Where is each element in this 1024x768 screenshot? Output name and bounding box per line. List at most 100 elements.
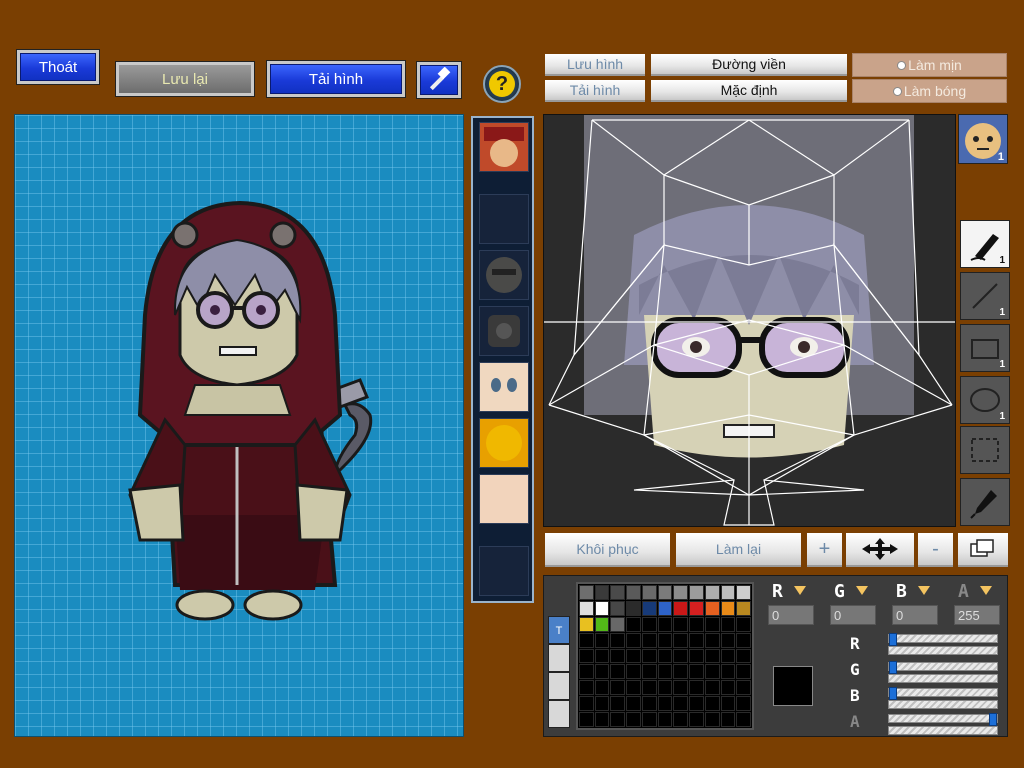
palette-swatch[interactable] (579, 600, 594, 616)
r-value-field[interactable]: 0 (768, 605, 814, 625)
palette-swatch[interactable] (657, 585, 673, 600)
palette-swatch[interactable] (641, 696, 657, 712)
palette-swatch[interactable] (594, 632, 610, 648)
g2-slider[interactable] (888, 674, 998, 683)
palette-swatch[interactable] (626, 696, 641, 712)
palette-swatch[interactable] (689, 680, 704, 696)
r-slider-knob[interactable] (889, 633, 897, 646)
palette-swatch[interactable] (626, 648, 641, 664)
palette-swatch[interactable] (579, 712, 594, 727)
ellipse-tool-button[interactable]: 1 (960, 376, 1010, 424)
restore-button[interactable]: Khôi phục (545, 533, 670, 567)
palette-swatch[interactable] (657, 680, 673, 696)
r-dropdown-icon[interactable] (794, 586, 806, 596)
layer-button[interactable] (958, 533, 1008, 567)
b2-slider[interactable] (888, 700, 998, 709)
palette-swatch[interactable] (579, 632, 594, 648)
yellow-body-part-slot[interactable] (479, 418, 529, 468)
palette-swatch[interactable] (657, 696, 673, 712)
palette-swatch[interactable] (736, 632, 751, 648)
palette-swatch[interactable] (736, 664, 751, 680)
palette-swatch[interactable] (689, 632, 704, 648)
palette-swatch[interactable] (610, 632, 626, 648)
palette-tab-4[interactable] (548, 700, 570, 728)
palette-swatch[interactable] (594, 664, 610, 680)
pen-tool-button[interactable]: 1 (960, 220, 1010, 268)
a-dropdown-icon[interactable] (980, 586, 992, 596)
palette-swatch[interactable] (626, 680, 641, 696)
help-button[interactable]: ? (483, 65, 521, 103)
palette-swatch[interactable] (673, 632, 689, 648)
palette-swatch[interactable] (610, 600, 626, 616)
face-part-slot[interactable] (479, 362, 529, 412)
selection-tool-button[interactable] (960, 426, 1010, 474)
palette-swatch[interactable] (673, 600, 689, 616)
load-image-button[interactable]: Tải hình (545, 80, 645, 102)
palette-swatch[interactable] (594, 712, 610, 727)
palette-swatch[interactable] (720, 616, 736, 632)
eyedropper-tool-button[interactable] (960, 478, 1010, 526)
rectangle-tool-button[interactable]: 1 (960, 324, 1010, 372)
palette-swatch[interactable] (689, 585, 704, 600)
palette-swatch[interactable] (641, 664, 657, 680)
mask-part-slot[interactable] (479, 250, 529, 300)
palette-swatch[interactable] (579, 680, 594, 696)
palette-swatch[interactable] (594, 585, 610, 600)
palette-swatch[interactable] (641, 585, 657, 600)
palette-swatch[interactable] (641, 712, 657, 727)
save-image-button[interactable]: Lưu hình (545, 54, 645, 76)
palette-swatch[interactable] (704, 712, 720, 727)
palette-swatch[interactable] (610, 648, 626, 664)
hat-part-slot[interactable] (479, 122, 529, 172)
b-dropdown-icon[interactable] (918, 586, 930, 596)
palette-swatch[interactable] (704, 696, 720, 712)
palette-swatch[interactable] (626, 712, 641, 727)
palette-swatch[interactable] (736, 680, 751, 696)
palette-swatch[interactable] (689, 600, 704, 616)
palette-tab-3[interactable] (548, 672, 570, 700)
outline-button[interactable]: Đường viền (651, 54, 847, 76)
face-thumbnail[interactable]: 1 (958, 114, 1008, 164)
empty-part-slot-2[interactable] (479, 546, 529, 596)
r-slider[interactable] (888, 633, 998, 646)
shade-option[interactable]: Làm bóng (852, 79, 1007, 103)
palette-swatch[interactable] (720, 712, 736, 727)
a-slider-knob[interactable] (989, 713, 997, 726)
palette-swatch[interactable] (704, 680, 720, 696)
palette-swatch[interactable] (594, 600, 610, 616)
b-value-field[interactable]: 0 (892, 605, 938, 625)
character-preview-canvas[interactable] (14, 114, 464, 737)
palette-swatch[interactable] (626, 616, 641, 632)
a-value-field[interactable]: 255 (954, 605, 1000, 625)
palette-swatch[interactable] (689, 648, 704, 664)
palette-swatch[interactable] (626, 585, 641, 600)
armor-part-slot[interactable] (479, 306, 529, 356)
zoom-in-button[interactable]: + (807, 533, 842, 567)
palette-swatch[interactable] (704, 632, 720, 648)
palette-swatch[interactable] (657, 632, 673, 648)
palette-swatch[interactable] (641, 680, 657, 696)
palette-swatch[interactable] (720, 632, 736, 648)
hammer-button[interactable] (416, 61, 462, 99)
palette-swatch[interactable] (641, 648, 657, 664)
palette-swatch[interactable] (689, 616, 704, 632)
palette-swatch[interactable] (673, 696, 689, 712)
palette-swatch[interactable] (657, 648, 673, 664)
palette-swatch[interactable] (736, 712, 751, 727)
palette-swatch[interactable] (594, 648, 610, 664)
b-slider[interactable] (888, 687, 998, 700)
b-slider-knob[interactable] (889, 687, 897, 700)
palette-swatch[interactable] (626, 664, 641, 680)
palette-swatch[interactable] (641, 632, 657, 648)
palette-swatch[interactable] (657, 600, 673, 616)
palette-swatch[interactable] (579, 585, 594, 600)
palette-swatch[interactable] (594, 680, 610, 696)
palette-swatch[interactable] (704, 616, 720, 632)
default-button[interactable]: Mặc định (651, 80, 847, 102)
palette-swatch[interactable] (736, 696, 751, 712)
shade-radio[interactable] (892, 86, 902, 96)
palette-swatch[interactable] (610, 616, 626, 632)
g-slider-knob[interactable] (889, 661, 897, 674)
palette-swatch[interactable] (673, 680, 689, 696)
palette-swatch[interactable] (626, 600, 641, 616)
